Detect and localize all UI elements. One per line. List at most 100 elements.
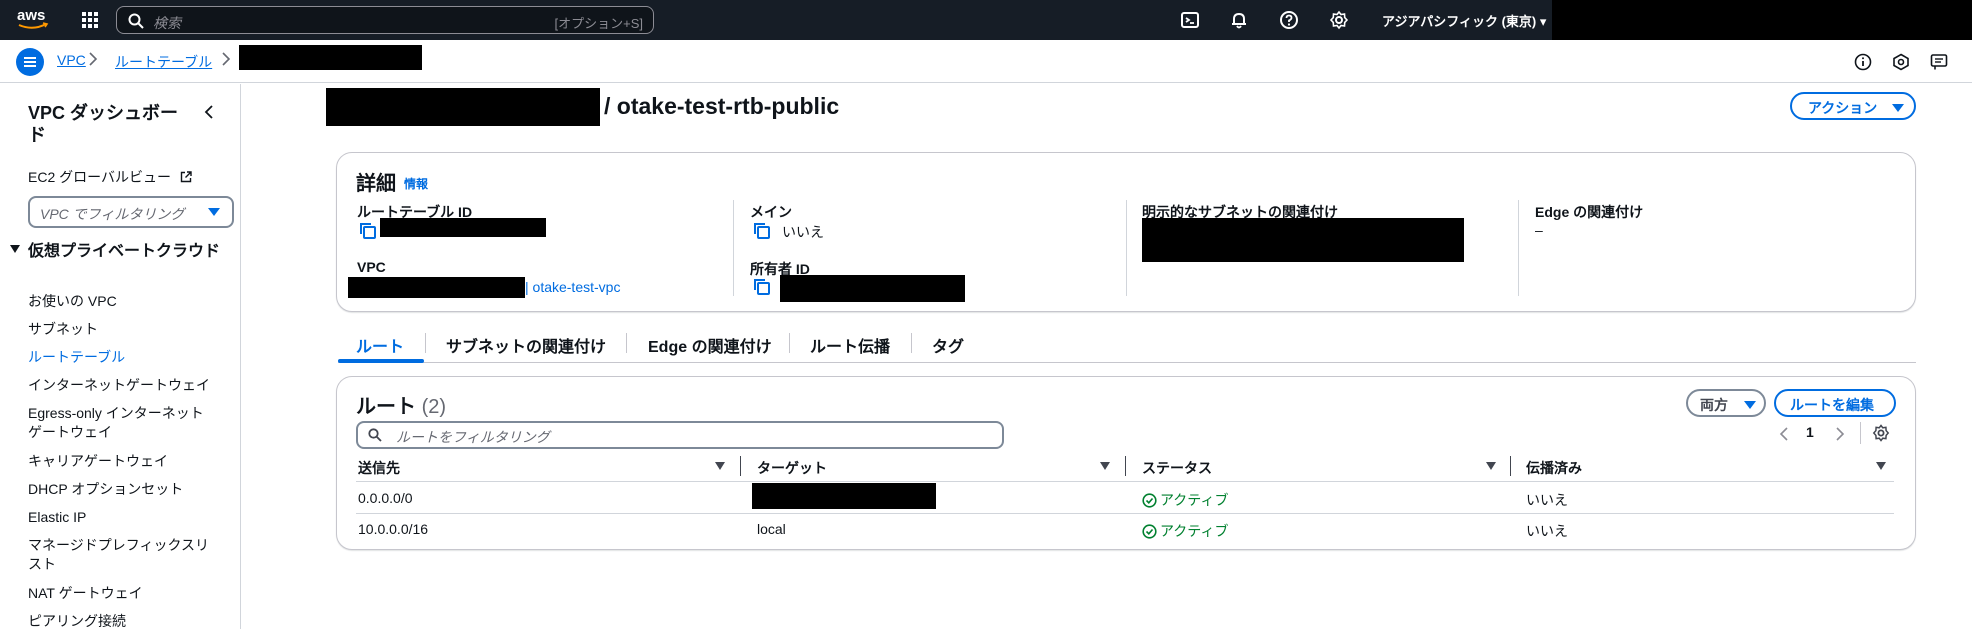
column-header-propagated[interactable]: 伝播済み (1526, 458, 1582, 478)
route-table-id-redacted (380, 218, 546, 237)
settings-icon[interactable] (1872, 424, 1890, 442)
actions-label: アクション (1808, 100, 1878, 116)
vpc-link[interactable]: | otake-test-vpc (525, 279, 620, 295)
top-navigation: aws 検索 [オプション+S] アジアパシフィック (東京) ▾ (0, 0, 1552, 40)
copy-icon[interactable] (359, 222, 377, 240)
info-icon[interactable] (1854, 53, 1872, 71)
svg-text:aws: aws (17, 7, 45, 24)
sidebar-item-dhcp-option-sets[interactable]: DHCP オプションセット (28, 480, 228, 499)
chevron-right-icon (222, 52, 231, 66)
column-resizer[interactable] (1125, 456, 1126, 476)
sidebar-item-label: EC2 グローバルビュー (28, 169, 171, 185)
sidebar-item-subnets[interactable]: サブネット (28, 320, 228, 339)
global-search-input[interactable]: 検索 [オプション+S] (116, 6, 654, 34)
topnav-redacted-area (1552, 0, 1972, 40)
sort-caret-icon[interactable] (1486, 462, 1496, 470)
breadcrumb-vpc[interactable]: VPC (57, 52, 86, 68)
search-icon (368, 428, 382, 442)
sidebar: VPC ダッシュボード EC2 グローバルビュー VPC でフィルタリング 仮想… (0, 84, 241, 629)
routes-count: (2) (421, 396, 447, 418)
route-status-label: アクティブ (1160, 492, 1229, 508)
chevron-left-icon[interactable] (202, 104, 216, 120)
feedback-icon[interactable] (1930, 53, 1948, 71)
tab-route-propagation[interactable]: ルート伝播 (810, 333, 890, 357)
route-destination: 0.0.0.0/0 (358, 490, 413, 506)
grid-icon[interactable] (80, 10, 100, 30)
tab-separator (425, 333, 426, 353)
check-circle-icon (1142, 493, 1157, 508)
chevron-left-icon[interactable] (1778, 426, 1790, 442)
cloudshell-icon[interactable] (1180, 10, 1200, 30)
vpc-filter-select[interactable]: VPC でフィルタリング (28, 196, 234, 228)
sidebar-item-ec2-global-view[interactable]: EC2 グローバルビュー (28, 168, 228, 187)
sidebar-item-route-tables[interactable]: ルートテーブル (28, 348, 228, 367)
column-header-destination[interactable]: 送信先 (358, 458, 400, 478)
current-page[interactable]: 1 (1806, 424, 1814, 440)
tab-subnet-associations[interactable]: サブネットの関連付け (446, 333, 606, 357)
route-status-label: アクティブ (1160, 523, 1229, 539)
page-title-redacted (326, 88, 600, 126)
edge-association-value: – (1535, 222, 1543, 238)
column-header-status[interactable]: ステータス (1142, 458, 1212, 478)
explicit-subnet-redacted (1142, 218, 1464, 262)
breadcrumb-bar: VPC ルートテーブル (0, 40, 1972, 83)
edit-routes-button[interactable]: ルートを編集 (1774, 389, 1896, 417)
routes-title: ルート (356, 396, 416, 418)
direction-filter-button[interactable]: 両方 (1686, 389, 1766, 417)
sidebar-item-your-vpcs[interactable]: お使いの VPC (28, 292, 228, 311)
breadcrumb-route-tables[interactable]: ルートテーブル (115, 52, 212, 72)
sidebar-section-label: 仮想プライベートクラウド (28, 243, 221, 260)
route-filter-input[interactable]: ルートをフィルタリング (356, 421, 1004, 449)
route-propagated: いいえ (1526, 523, 1568, 539)
routes-card (336, 376, 1916, 550)
info-link[interactable]: 情報 (404, 175, 428, 192)
tab-edge-associations[interactable]: Edge の関連付け (648, 333, 772, 357)
help-icon[interactable] (1279, 10, 1299, 30)
copy-icon[interactable] (753, 222, 771, 240)
column-resizer[interactable] (740, 456, 741, 476)
header-divider (356, 481, 1894, 482)
bell-icon[interactable] (1229, 10, 1249, 30)
route-target: local (757, 521, 786, 537)
vpc-filter-placeholder: VPC でフィルタリング (40, 206, 185, 222)
sidebar-item-peering-connections[interactable]: ピアリング接続 (28, 612, 228, 629)
direction-filter-label: 両方 (1700, 397, 1728, 413)
active-tab-indicator (338, 359, 424, 363)
column-header-target[interactable]: ターゲット (757, 458, 827, 478)
sidebar-section-vpc[interactable]: 仮想プライベートクラウド (10, 242, 230, 262)
sidebar-item-managed-prefix-lists[interactable]: マネージドプレフィックスリスト (28, 536, 213, 574)
gear-icon[interactable] (1329, 10, 1349, 30)
sidebar-title[interactable]: VPC ダッシュボード (28, 102, 188, 146)
search-icon (128, 13, 144, 29)
route-target-redacted (752, 483, 936, 509)
caret-down-icon (208, 208, 220, 216)
row-divider (356, 513, 1894, 514)
column-divider (1518, 200, 1519, 296)
sort-caret-icon[interactable] (1100, 462, 1110, 470)
column-resizer[interactable] (1510, 456, 1511, 476)
sort-caret-icon[interactable] (1876, 462, 1886, 470)
main-label: メイン (750, 204, 792, 220)
actions-button[interactable]: アクション (1790, 92, 1916, 120)
expand-caret-icon (10, 245, 20, 253)
tab-tags[interactable]: タグ (932, 333, 964, 357)
tab-routes[interactable]: ルート (356, 333, 404, 357)
caret-down-icon (1744, 401, 1756, 409)
aws-logo[interactable]: aws (16, 6, 50, 32)
sidebar-item-elastic-ip[interactable]: Elastic IP (28, 508, 228, 527)
sidebar-item-nat-gateways[interactable]: NAT ゲートウェイ (28, 584, 228, 603)
search-shortcut: [オプション+S] (554, 16, 644, 31)
sort-caret-icon[interactable] (715, 462, 725, 470)
edge-association-label: Edge の関連付け (1535, 204, 1644, 220)
menu-icon[interactable] (16, 48, 44, 76)
route-destination: 10.0.0.0/16 (358, 521, 429, 537)
routes-heading: ルート (2) (356, 390, 446, 419)
chevron-right-icon[interactable] (1834, 426, 1846, 442)
cube-icon[interactable] (1892, 53, 1910, 71)
sidebar-item-internet-gateways[interactable]: インターネットゲートウェイ (28, 376, 228, 395)
sidebar-item-carrier-gateways[interactable]: キャリアゲートウェイ (28, 452, 228, 471)
sidebar-item-egress-only-igw[interactable]: Egress-only インターネットゲートウェイ (28, 404, 213, 442)
copy-icon[interactable] (753, 278, 771, 296)
region-selector[interactable]: アジアパシフィック (東京) ▾ (1382, 11, 1546, 30)
main-value: いいえ (782, 224, 824, 240)
